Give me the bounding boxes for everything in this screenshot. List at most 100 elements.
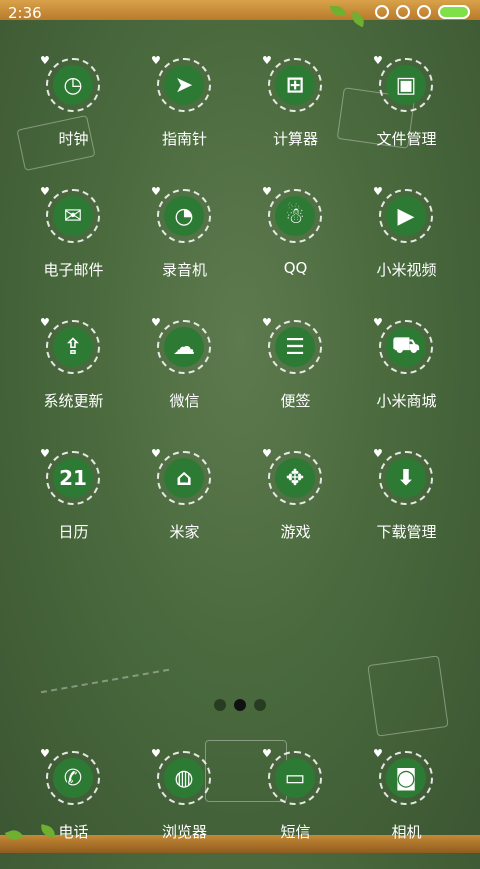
app-label: 相机	[391, 823, 422, 841]
app-icon-badge[interactable]: ➤	[157, 58, 211, 112]
app-qq-penguin[interactable]: ♥ ☃ QQ	[240, 185, 351, 307]
app-compass[interactable]: ♥ ➤ 指南针	[129, 54, 240, 176]
app-icon-badge[interactable]: ▣	[379, 58, 433, 112]
calendar-icon: 21	[59, 466, 87, 490]
heart-icon: ♥	[40, 185, 50, 198]
app-label: 短信	[280, 823, 311, 841]
page-dot-active[interactable]	[234, 699, 246, 711]
app-message[interactable]: ♥ ▭ 短信	[240, 747, 351, 869]
app-label: QQ	[283, 259, 308, 277]
doodle-dashed-path	[40, 668, 170, 694]
app-label: 电话	[58, 823, 89, 841]
heart-icon: ♥	[151, 316, 161, 329]
app-camera[interactable]: ♥ ◙ 相机	[351, 747, 462, 869]
heart-icon: ♥	[373, 185, 383, 198]
heart-icon: ♥	[40, 447, 50, 460]
app-label: 小米视频	[376, 261, 437, 279]
app-mail[interactable]: ♥ ✉ 电子邮件	[18, 185, 129, 307]
app-browser[interactable]: ♥ ◍ 浏览器	[129, 747, 240, 869]
app-label: 系统更新	[43, 392, 104, 410]
app-icon-badge[interactable]: ⛟	[379, 320, 433, 374]
heart-icon: ♥	[262, 747, 272, 760]
app-calculator[interactable]: ♥ ⊞ 计算器	[240, 54, 351, 176]
app-clock[interactable]: ♥ ◷ 时钟	[18, 54, 129, 176]
heart-icon: ♥	[151, 54, 161, 67]
wifi-icon	[396, 5, 410, 19]
app-download[interactable]: ♥ ⬇ 下载管理	[351, 447, 462, 569]
heart-icon: ♥	[373, 316, 383, 329]
app-label: 米家	[169, 523, 200, 541]
app-label: 时钟	[58, 130, 89, 148]
page-dot[interactable]	[254, 699, 266, 711]
calculator-icon: ⊞	[285, 72, 305, 98]
app-icon-badge[interactable]: ✆	[46, 751, 100, 805]
status-bar: 2:36	[0, 0, 480, 26]
heart-icon: ♥	[151, 747, 161, 760]
app-icon-badge[interactable]: ▭	[268, 751, 322, 805]
app-shopping-cart[interactable]: ♥ ⛟ 小米商城	[351, 316, 462, 438]
notes-icon: ☰	[285, 334, 305, 360]
app-icon-badge[interactable]: ☃	[268, 189, 322, 243]
app-icon-badge[interactable]: ☰	[268, 320, 322, 374]
app-icon-badge[interactable]: ⌂	[157, 451, 211, 505]
message-icon: ▭	[284, 765, 306, 791]
app-home[interactable]: ♥ ⌂ 米家	[129, 447, 240, 569]
heart-icon: ♥	[262, 185, 272, 198]
app-icon-badge[interactable]: ◔	[157, 189, 211, 243]
heart-icon: ♥	[40, 54, 50, 67]
battery-icon	[438, 5, 470, 19]
browser-icon: ◍	[174, 765, 194, 791]
heart-icon: ♥	[262, 316, 272, 329]
app-icon-badge[interactable]: ◙	[379, 751, 433, 805]
app-icon-badge[interactable]: ◍	[157, 751, 211, 805]
camera-icon: ◙	[395, 765, 417, 791]
doodle-planner	[367, 655, 449, 737]
clock-icon: ◷	[63, 72, 83, 98]
heart-icon: ♥	[40, 747, 50, 760]
app-icon-badge[interactable]: 21	[46, 451, 100, 505]
app-notes[interactable]: ♥ ☰ 便签	[240, 316, 351, 438]
app-icon-badge[interactable]: ⇪	[46, 320, 100, 374]
app-system-update[interactable]: ♥ ⇪ 系统更新	[18, 316, 129, 438]
shopping-cart-icon: ⛟	[392, 333, 420, 358]
app-label: 便签	[280, 392, 311, 410]
app-icon-badge[interactable]: ⊞	[268, 58, 322, 112]
page-indicator	[214, 699, 266, 711]
app-label: 浏览器	[161, 823, 207, 841]
heart-icon: ♥	[40, 316, 50, 329]
app-label: 小米商城	[376, 392, 437, 410]
video-icon: ▶	[397, 203, 415, 229]
recorder-icon: ◔	[174, 203, 194, 229]
download-icon: ⬇	[396, 465, 416, 491]
app-video[interactable]: ♥ ▶ 小米视频	[351, 185, 462, 307]
heart-icon: ♥	[373, 54, 383, 67]
compass-icon: ➤	[174, 72, 194, 98]
heart-icon: ♥	[373, 747, 383, 760]
system-update-icon: ⇪	[63, 334, 83, 360]
app-phone[interactable]: ♥ ✆ 电话	[18, 747, 129, 869]
app-icon-badge[interactable]: ✉	[46, 189, 100, 243]
app-briefcase[interactable]: ♥ ▣ 文件管理	[351, 54, 462, 176]
app-icon-badge[interactable]: ◷	[46, 58, 100, 112]
app-label: 指南针	[161, 130, 207, 148]
app-label: 日历	[58, 523, 89, 541]
status-icons	[375, 5, 470, 19]
app-gamepad[interactable]: ♥ ✥ 游戏	[240, 447, 351, 569]
page-dot[interactable]	[214, 699, 226, 711]
heart-icon: ♥	[262, 54, 272, 67]
home-icon: ⌂	[176, 465, 192, 491]
app-wechat[interactable]: ♥ ☁ 微信	[129, 316, 240, 438]
gamepad-icon: ✥	[285, 465, 305, 491]
status-time: 2:36	[8, 4, 42, 22]
qq-penguin-icon: ☃	[285, 203, 305, 229]
heart-icon: ♥	[373, 447, 383, 460]
app-icon-badge[interactable]: ▶	[379, 189, 433, 243]
app-icon-badge[interactable]: ✥	[268, 451, 322, 505]
signal-icon	[417, 5, 431, 19]
wechat-icon: ☁	[173, 334, 195, 360]
app-recorder[interactable]: ♥ ◔ 录音机	[129, 185, 240, 307]
app-calendar[interactable]: ♥ 21 日历	[18, 447, 129, 569]
app-icon-badge[interactable]: ☁	[157, 320, 211, 374]
app-icon-badge[interactable]: ⬇	[379, 451, 433, 505]
phone-icon: ✆	[63, 765, 83, 791]
